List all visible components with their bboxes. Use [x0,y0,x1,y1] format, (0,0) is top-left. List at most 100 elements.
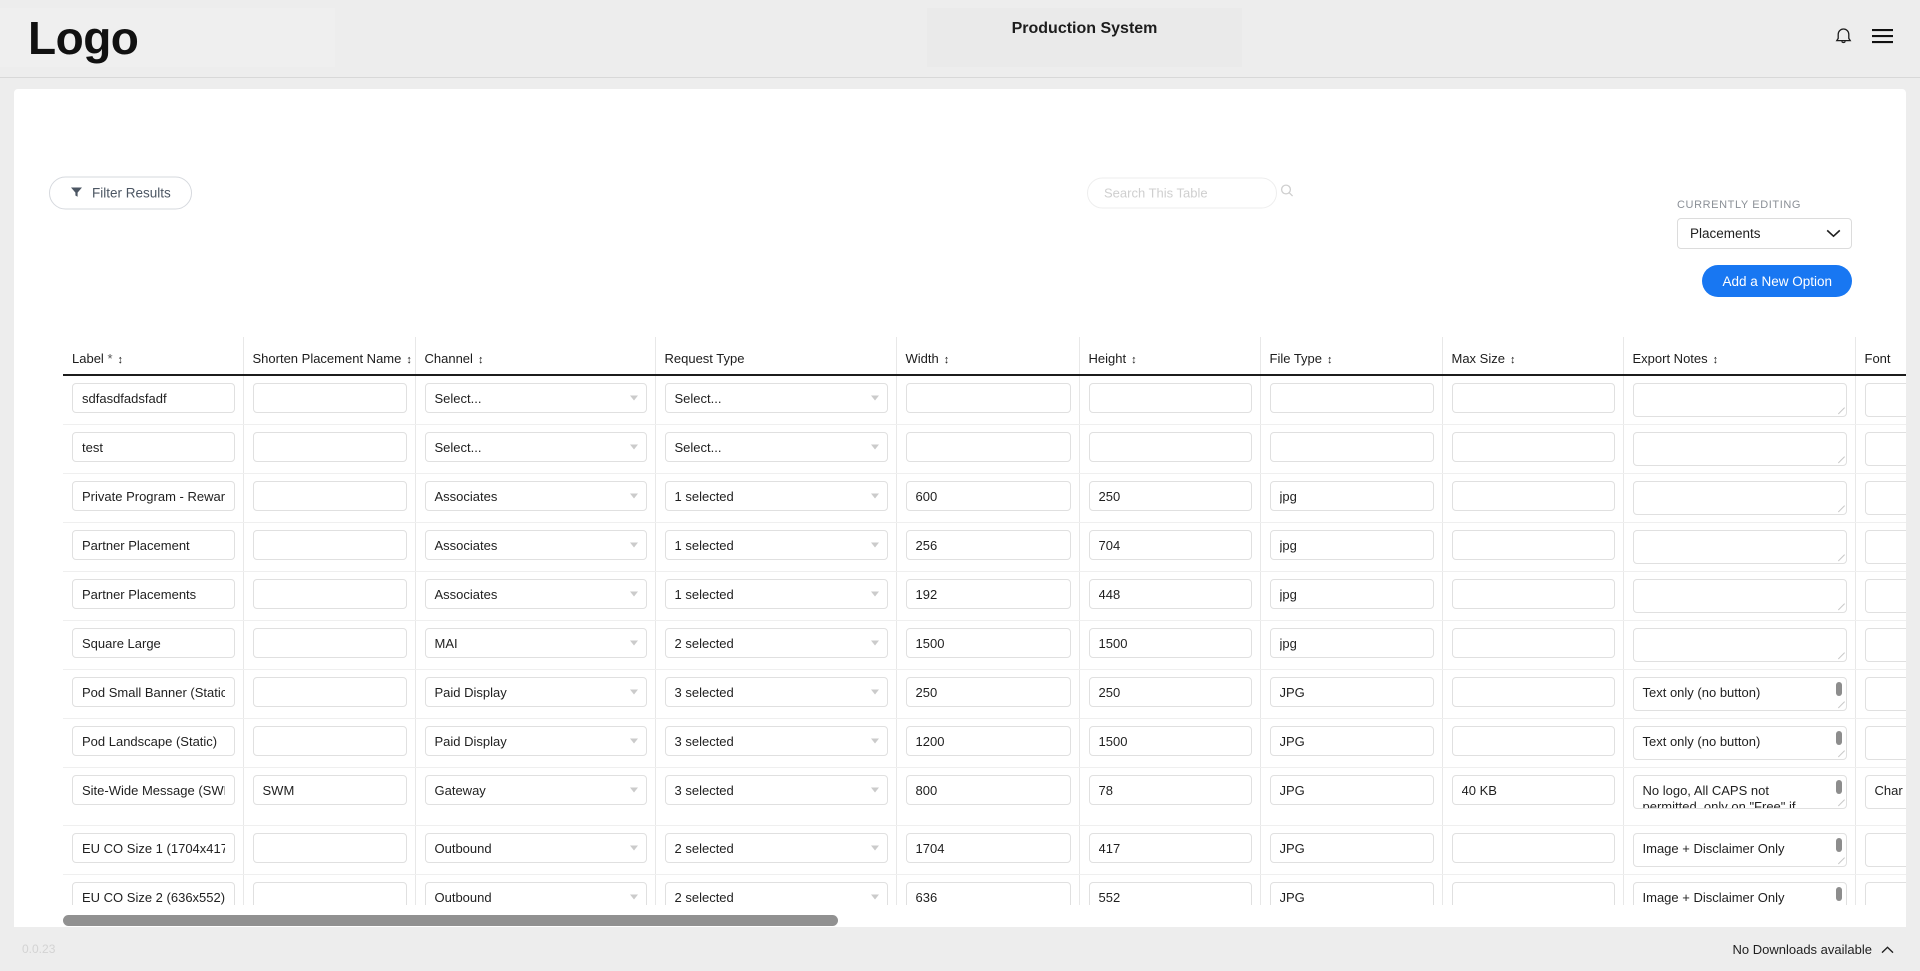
currently-editing-dropdown[interactable]: Placements [1677,218,1852,249]
resize-handle-icon[interactable] [1836,652,1845,660]
width-input[interactable] [905,579,1071,609]
resize-handle-icon[interactable] [1836,750,1845,758]
file-type-input[interactable] [1269,432,1434,462]
sort-toggle-icon[interactable]: ↕ [478,354,484,366]
max-size-input[interactable] [1451,383,1615,413]
column-header-request-type[interactable]: Request Type [655,337,897,376]
max-size-input[interactable] [1451,628,1615,658]
request-type-dropdown[interactable]: 3 selected [664,775,888,805]
hamburger-menu-icon[interactable] [1871,27,1894,50]
font-textarea[interactable] [1864,432,1906,466]
shorten-input[interactable] [252,833,407,863]
search-icon[interactable] [1280,184,1294,203]
label-input[interactable] [72,481,235,511]
export-notes-textarea[interactable]: No logo, All CAPS not permitted, only on… [1632,775,1847,809]
channel-dropdown[interactable]: Select... [424,383,647,413]
request-type-dropdown[interactable]: 1 selected [664,481,888,511]
height-input[interactable] [1088,677,1252,707]
data-table-scroll-area[interactable]: Label * ↕ Shorten Placement Name ↕ Channel ↕ R… [63,337,1906,905]
max-size-input[interactable] [1451,726,1615,756]
channel-dropdown[interactable]: Associates [424,579,647,609]
shorten-input[interactable] [252,579,407,609]
max-size-input[interactable] [1451,481,1615,511]
export-notes-textarea[interactable] [1632,383,1847,417]
column-header-channel[interactable]: Channel ↕ [415,337,656,376]
width-input[interactable] [905,833,1071,863]
sort-toggle-icon[interactable]: ↕ [406,354,412,366]
width-input[interactable] [905,677,1071,707]
font-textarea[interactable] [1864,677,1906,711]
sort-toggle-icon[interactable]: ↕ [1131,354,1137,366]
file-type-input[interactable] [1269,628,1434,658]
filter-results-button[interactable]: Filter Results [49,176,192,210]
width-input[interactable] [905,481,1071,511]
font-textarea[interactable] [1864,628,1906,662]
width-input[interactable] [905,726,1071,756]
height-input[interactable] [1088,481,1252,511]
request-type-dropdown[interactable]: 3 selected [664,726,888,756]
downloads-tray[interactable]: No Downloads available [1733,942,1894,957]
shorten-input[interactable] [252,481,407,511]
channel-dropdown[interactable]: Paid Display [424,726,647,756]
label-input[interactable] [72,726,235,756]
column-header-file-type[interactable]: File Type ↕ [1260,337,1443,376]
export-notes-textarea[interactable]: Image + Disclaimer Only [1632,882,1847,905]
horizontal-scrollbar-thumb[interactable] [63,915,838,926]
request-type-dropdown[interactable]: 2 selected [664,628,888,658]
label-input[interactable] [72,775,235,805]
export-notes-textarea[interactable] [1632,628,1847,662]
export-notes-textarea[interactable] [1632,432,1847,466]
channel-dropdown[interactable]: Outbound [424,833,647,863]
height-input[interactable] [1088,628,1252,658]
font-textarea[interactable] [1864,579,1906,613]
shorten-input[interactable] [252,677,407,707]
resize-handle-icon[interactable] [1836,505,1845,513]
shorten-input[interactable] [252,530,407,560]
column-header-height[interactable]: Height ↕ [1079,337,1261,376]
sort-toggle-icon[interactable]: ↕ [944,354,950,366]
label-input[interactable] [72,383,235,413]
channel-dropdown[interactable]: Associates [424,530,647,560]
file-type-input[interactable] [1269,882,1434,905]
max-size-input[interactable] [1451,775,1615,805]
logo-container[interactable]: Logo [0,8,335,67]
file-type-input[interactable] [1269,383,1434,413]
label-input[interactable] [72,628,235,658]
channel-dropdown[interactable]: Select... [424,432,647,462]
file-type-input[interactable] [1269,677,1434,707]
file-type-input[interactable] [1269,775,1434,805]
request-type-dropdown[interactable]: Select... [664,383,888,413]
max-size-input[interactable] [1451,579,1615,609]
shorten-input[interactable] [252,628,407,658]
label-input[interactable] [72,579,235,609]
search-input[interactable] [1104,185,1280,201]
sort-toggle-icon[interactable]: ↕ [1713,354,1719,366]
shorten-input[interactable] [252,882,407,905]
label-input[interactable] [72,677,235,707]
height-input[interactable] [1088,775,1252,805]
export-notes-textarea[interactable]: Text only (no button) [1632,726,1847,760]
resize-handle-icon[interactable] [1836,603,1845,611]
width-input[interactable] [905,628,1071,658]
max-size-input[interactable] [1451,530,1615,560]
height-input[interactable] [1088,833,1252,863]
channel-dropdown[interactable]: Associates [424,481,647,511]
export-notes-textarea[interactable]: Image + Disclaimer Only [1632,833,1847,867]
column-header-export-notes[interactable]: Export Notes ↕ [1623,337,1856,376]
request-type-dropdown[interactable]: 1 selected [664,579,888,609]
font-textarea[interactable]: Char (HTM [1864,775,1906,809]
resize-handle-icon[interactable] [1836,456,1845,464]
height-input[interactable] [1088,726,1252,756]
height-input[interactable] [1088,579,1252,609]
resize-handle-icon[interactable] [1836,701,1845,709]
label-input[interactable] [72,833,235,863]
shorten-input[interactable] [252,383,407,413]
column-header-width[interactable]: Width ↕ [896,337,1080,376]
width-input[interactable] [905,882,1071,905]
export-notes-textarea[interactable]: Text only (no button) [1632,677,1847,711]
file-type-input[interactable] [1269,530,1434,560]
column-header-shorten-placement-name[interactable]: Shorten Placement Name ↕ [243,337,416,376]
font-textarea[interactable] [1864,882,1906,905]
font-textarea[interactable] [1864,726,1906,760]
label-input[interactable] [72,530,235,560]
